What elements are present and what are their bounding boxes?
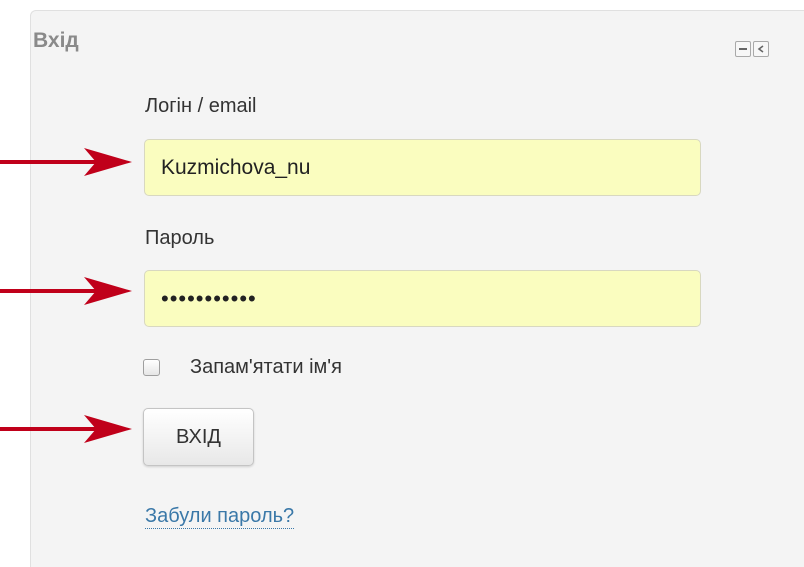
remember-username-label[interactable]: Запам'ятати ім'я: [190, 356, 342, 379]
arrow-right-icon: [0, 277, 132, 305]
login-button[interactable]: ВХІД: [143, 408, 254, 466]
block-controls: [735, 41, 769, 57]
forgot-password-link[interactable]: Забули пароль?: [145, 504, 295, 529]
password-input[interactable]: [144, 270, 701, 327]
remember-username-row: Запам'ятати ім'я: [143, 356, 342, 379]
username-label: Логін / email: [145, 95, 257, 117]
arrow-right-icon: [0, 415, 132, 443]
username-input[interactable]: [144, 139, 701, 196]
arrow-right-icon: [0, 148, 132, 176]
remember-username-checkbox[interactable]: [143, 359, 160, 376]
block-title: Вхід: [33, 29, 79, 52]
dock-left-icon[interactable]: [753, 41, 769, 57]
password-label: Пароль: [145, 227, 215, 249]
minimize-icon[interactable]: [735, 41, 751, 57]
page: Вхід Логін / email Пароль Запам'ятати ім…: [0, 0, 804, 567]
